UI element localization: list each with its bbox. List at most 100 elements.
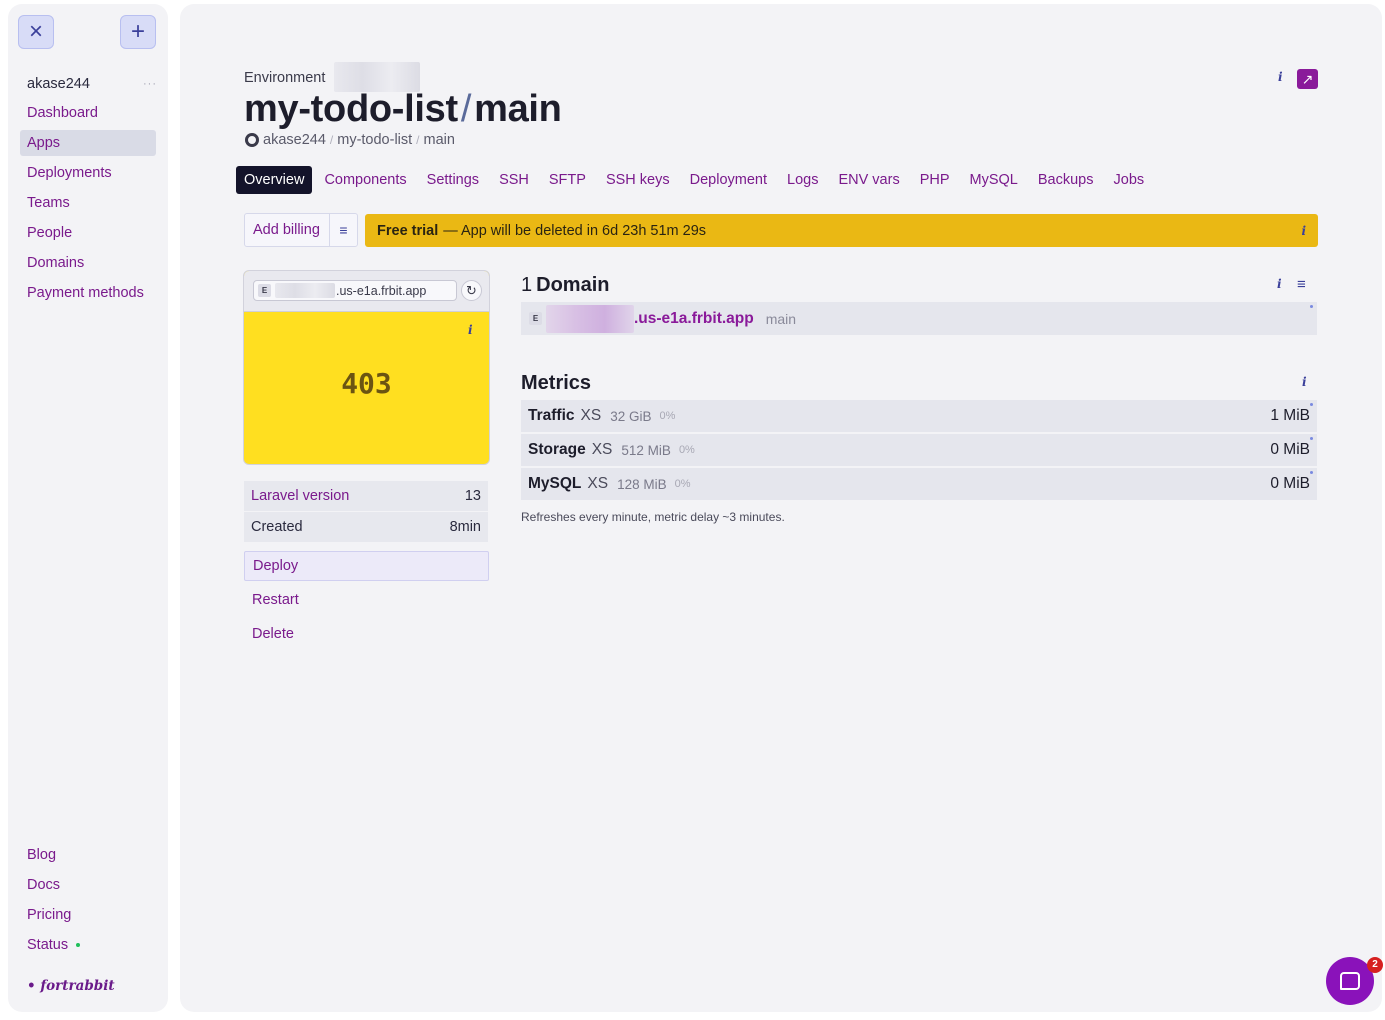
metrics-heading: Metrics [521,372,592,394]
detail-value: 8min [449,519,481,535]
sidebar-item-status[interactable]: Status [20,932,156,958]
sidebar-item-blog[interactable]: Blog [20,842,156,868]
domain-row[interactable]: E .us-e1a.frbit.app main [521,302,1317,335]
sidebar-nav: Dashboard Apps Deployments Teams People … [20,100,156,310]
metric-limit: 512 MiB [621,442,671,458]
sidebar-item-people[interactable]: People [20,220,156,246]
sidebar-item-deployments[interactable]: Deployments [20,160,156,186]
chat-icon [1340,972,1360,990]
metric-limit: 128 MiB [617,476,667,492]
metric-tier: XS [591,441,613,458]
title-separator: / [460,88,472,130]
domain-host[interactable]: .us-e1a.frbit.app [634,310,754,328]
app-name: my-todo-list [244,88,458,130]
restart-button[interactable]: Restart [244,585,489,615]
metric-percent: 0% [659,410,676,422]
username: akase244 [27,76,90,92]
reload-button[interactable]: ↻ [461,280,482,301]
metric-name: Storage [528,441,586,458]
delete-button[interactable]: Delete [244,619,489,649]
user-switcher[interactable]: akase244 ··· [27,76,157,92]
domain-branch: main [765,310,797,327]
tab-overview[interactable]: Overview [236,166,313,194]
tab-components[interactable]: Components [316,166,414,194]
menu-icon[interactable]: ≡ [329,214,357,246]
metric-value: 1 MiB [1270,407,1310,424]
sidebar-item-teams[interactable]: Teams [20,190,156,216]
more-icon[interactable]: ··· [143,78,157,90]
breadcrumb: akase244 / my-todo-list / main [245,132,455,148]
detail-key[interactable]: Laravel version [251,488,349,504]
sidebar-item-payment-methods[interactable]: Payment methods [20,280,156,306]
metric-row-traffic: Traffic XS 32 GiB 0% 1 MiB [521,400,1317,432]
sidebar-item-dashboard[interactable]: Dashboard [20,100,156,126]
free-trial-banner: Free trial — App will be deleted in 6d 2… [365,214,1318,247]
sidebar-item-docs[interactable]: Docs [20,872,156,898]
sidebar-item-pricing[interactable]: Pricing [20,902,156,928]
tab-jobs[interactable]: Jobs [1106,166,1153,194]
crumb-separator: / [416,133,420,147]
tab-ssh-keys[interactable]: SSH keys [598,166,678,194]
fortrabbit-logo[interactable]: • fortrabbit [27,978,115,994]
preview-url[interactable]: E .us-e1a.frbit.app [253,280,457,301]
trial-label: Free trial [377,222,439,239]
metric-percent: 0% [674,478,691,490]
environment-name: main [474,88,562,130]
tab-ssh[interactable]: SSH [491,166,537,194]
tab-logs[interactable]: Logs [779,166,826,194]
tab-php[interactable]: PHP [912,166,958,194]
status-ok-dot [76,943,81,948]
tab-sftp[interactable]: SFTP [541,166,594,194]
info-icon[interactable]: i [1301,224,1306,238]
metric-limit: 32 GiB [610,408,652,424]
info-icon[interactable]: i [1278,70,1283,84]
tab-deployment[interactable]: Deployment [682,166,775,194]
crumb-repo[interactable]: my-todo-list [337,132,412,148]
page-title: my-todo-list/main [244,88,562,131]
menu-icon[interactable]: ≡ [1297,276,1306,293]
crumb-owner[interactable]: akase244 [263,132,326,148]
add-billing-button[interactable]: Add billing [245,222,329,238]
external-link-button[interactable]: ↗ [1297,69,1318,89]
metric-tier: XS [587,475,609,492]
tab-mysql[interactable]: MySQL [962,166,1026,194]
info-icon[interactable]: i [1302,375,1307,389]
metric-value: 0 MiB [1270,441,1310,458]
redacted-block [275,283,335,298]
crumb-branch[interactable]: main [424,132,455,148]
main-panel: Environment my-todo-list/main akase244 /… [180,4,1382,1012]
close-button[interactable]: × [18,15,54,49]
info-icon[interactable]: i [468,323,473,337]
tab-env-vars[interactable]: ENV vars [830,166,907,194]
tab-settings[interactable]: Settings [419,166,487,194]
environment-badge: E [529,312,542,325]
add-billing-group: Add billing ≡ [244,213,358,247]
trial-countdown: — App will be deleted in 6d 23h 51m 29s [443,222,707,239]
domain-section-title: 1 Domain [521,274,609,297]
sidebar-footer-nav: Blog Docs Pricing Status [20,842,156,962]
status-dot [1310,403,1313,406]
detail-row-laravel-version: Laravel version 13 [244,481,488,511]
domain-heading: Domain [536,274,610,296]
metric-name: Traffic [528,407,575,424]
info-icon[interactable]: i [1277,277,1282,291]
sidebar-item-domains[interactable]: Domains [20,250,156,276]
status-dot [1310,437,1313,440]
app-preview-card[interactable]: E .us-e1a.frbit.app ↻ i 403 [243,270,490,465]
tab-bar: Overview Components Settings SSH SFTP SS… [236,166,1156,194]
deploy-button[interactable]: Deploy [244,551,489,581]
preview-status-code: 403 [341,367,392,400]
detail-row-created: Created 8min [244,512,488,542]
metric-name: MySQL [528,475,582,492]
sidebar-item-apps[interactable]: Apps [20,130,156,156]
environment-badge: E [258,284,271,297]
detail-value: 13 [464,488,481,504]
chat-unread-badge: 2 [1367,957,1383,973]
metric-row-storage: Storage XS 512 MiB 0% 0 MiB [521,434,1317,466]
tab-backups[interactable]: Backups [1030,166,1102,194]
status-dot [1310,471,1313,474]
add-button[interactable]: + [120,15,156,49]
preview-url-text: .us-e1a.frbit.app [336,283,427,298]
metric-row-mysql: MySQL XS 128 MiB 0% 0 MiB [521,468,1317,500]
metric-tier: XS [580,407,602,424]
